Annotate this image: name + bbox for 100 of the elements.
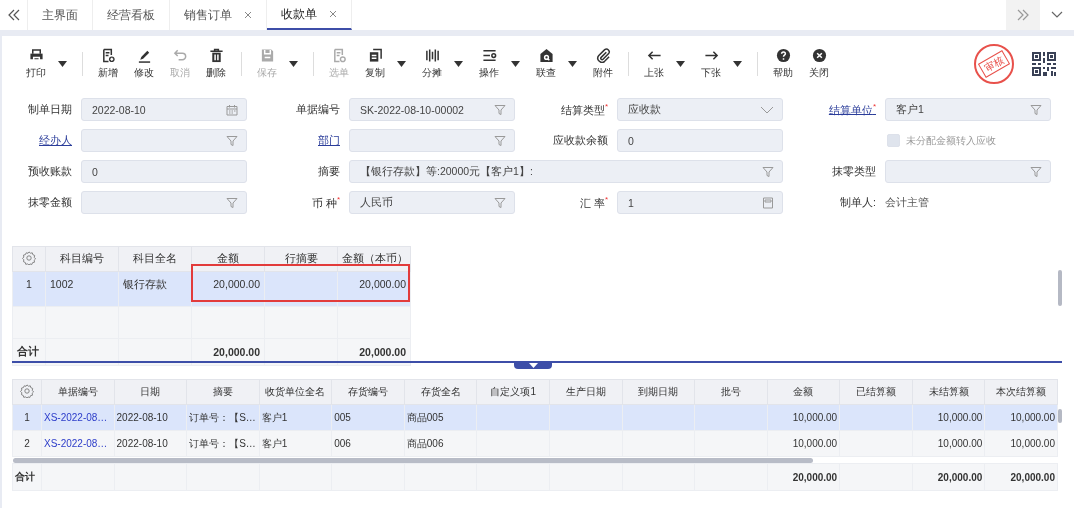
toolbar-button[interactable]: 打印 bbox=[20, 46, 73, 82]
calculator-icon[interactable] bbox=[762, 196, 774, 209]
chevron-down-icon bbox=[1051, 11, 1063, 19]
input-field[interactable] bbox=[885, 160, 1051, 183]
column-header[interactable]: 未结算额 bbox=[912, 379, 985, 405]
input-field[interactable]: 应收款 bbox=[617, 98, 783, 121]
order-link[interactable]: XS-2022-08… bbox=[41, 404, 115, 431]
bars-icon bbox=[424, 48, 440, 63]
column-header[interactable]: 科目全名 bbox=[118, 246, 192, 272]
input-field[interactable]: 【银行存款】等:20000元【客户1】: bbox=[349, 160, 783, 183]
toolbar-button[interactable]: 帮助 bbox=[767, 46, 799, 82]
chevron-down-icon[interactable] bbox=[760, 105, 774, 114]
column-header[interactable]: 单据编号 bbox=[41, 379, 115, 405]
column-header[interactable]: 摘要 bbox=[186, 379, 260, 405]
caret-icon[interactable] bbox=[58, 61, 67, 67]
scroll-right-button[interactable] bbox=[1006, 0, 1040, 30]
input-field[interactable]: 1 bbox=[617, 191, 783, 214]
column-header[interactable]: 收货单位全名 bbox=[259, 379, 332, 405]
close-icon[interactable] bbox=[244, 11, 252, 19]
toolbar-button[interactable]: 修改 bbox=[128, 46, 160, 82]
tab[interactable]: 经营看板 bbox=[93, 0, 170, 30]
toolbar-button[interactable]: 复制 bbox=[359, 46, 412, 82]
total-label: 合计 bbox=[12, 463, 42, 491]
settings-icon[interactable] bbox=[22, 251, 36, 265]
order-link[interactable]: XS-2022-08… bbox=[41, 430, 115, 457]
input-field[interactable]: 0 bbox=[617, 129, 783, 152]
filter-icon[interactable] bbox=[494, 134, 506, 147]
column-header[interactable]: 金额 bbox=[767, 379, 840, 405]
field-label: 结算类型$^{*}$ bbox=[559, 101, 608, 118]
toolbar-button[interactable]: 操作 bbox=[473, 46, 526, 82]
toolbar-button[interactable]: 联查 bbox=[530, 46, 583, 82]
toolbar-button[interactable]: 附件 bbox=[587, 46, 619, 82]
caret-icon[interactable] bbox=[568, 61, 577, 67]
collapse-handle[interactable] bbox=[514, 361, 552, 369]
input-field[interactable]: 2022-08-10 bbox=[81, 98, 247, 121]
field-label: 抹零金额 bbox=[27, 195, 72, 210]
filter-icon[interactable] bbox=[494, 103, 506, 116]
double-chevron-right-icon bbox=[1017, 9, 1029, 21]
toolbar-button[interactable]: 删除 bbox=[200, 46, 232, 82]
caret-icon[interactable] bbox=[511, 61, 520, 67]
input-field[interactable] bbox=[81, 129, 247, 152]
toolbar-button[interactable]: 下张 bbox=[695, 46, 748, 82]
document-select-icon bbox=[331, 48, 347, 63]
column-header[interactable]: 到期日期 bbox=[622, 379, 695, 405]
caret-icon[interactable] bbox=[397, 61, 406, 67]
approval-stamp: 审核 bbox=[974, 44, 1014, 84]
settings-icon[interactable] bbox=[20, 384, 34, 398]
total-cell: 20,000.00 bbox=[767, 463, 840, 491]
filter-icon[interactable] bbox=[494, 196, 506, 209]
tab-label: 经营看板 bbox=[107, 6, 155, 24]
column-header[interactable]: 本次结算额 bbox=[984, 379, 1058, 405]
toolbar-button[interactable]: 新增 bbox=[92, 46, 124, 82]
column-header[interactable]: 已结算额 bbox=[839, 379, 913, 405]
input-field[interactable] bbox=[349, 129, 515, 152]
field-label-link[interactable]: 结算单位$^{*}$ bbox=[792, 101, 876, 118]
caret-icon[interactable] bbox=[676, 61, 685, 67]
table-cell: 客户1 bbox=[259, 430, 332, 457]
toolbar-button[interactable]: 上张 bbox=[638, 46, 691, 82]
column-header[interactable]: 自定义项1 bbox=[476, 379, 550, 405]
input-field[interactable]: 客户1 bbox=[885, 98, 1051, 121]
pencil-icon bbox=[136, 48, 152, 63]
tab[interactable]: 收款单 bbox=[267, 0, 352, 30]
column-header[interactable]: 科目编号 bbox=[45, 246, 119, 272]
toolbar-button[interactable]: 关闭 bbox=[803, 46, 835, 82]
filter-icon[interactable] bbox=[762, 165, 774, 178]
filter-icon[interactable] bbox=[1030, 165, 1042, 178]
column-header[interactable]: 日期 bbox=[114, 379, 187, 405]
table-cell: 10,000.00 bbox=[984, 430, 1058, 457]
table-cell: 005 bbox=[331, 404, 405, 431]
caret-icon[interactable] bbox=[454, 61, 463, 67]
total-cell: 20,000.00 bbox=[984, 463, 1058, 491]
field-label: 制单日期 bbox=[27, 102, 72, 117]
caret-icon[interactable] bbox=[733, 61, 742, 67]
calendar-icon[interactable] bbox=[226, 103, 238, 116]
input-field[interactable] bbox=[81, 191, 247, 214]
filter-icon[interactable] bbox=[226, 196, 238, 209]
close-icon[interactable] bbox=[329, 10, 337, 18]
table-cell: 10,000.00 bbox=[912, 430, 985, 457]
scrollbar[interactable] bbox=[1058, 270, 1062, 306]
tab[interactable]: 主界面 bbox=[28, 0, 93, 30]
column-header[interactable]: 存货编号 bbox=[331, 379, 405, 405]
column-header[interactable]: 生产日期 bbox=[549, 379, 622, 405]
input-field[interactable]: 人民币 bbox=[349, 191, 515, 214]
field-label-link[interactable]: 部门 bbox=[256, 133, 340, 148]
table-cell: 银行存款 bbox=[118, 271, 192, 307]
qr-code-icon[interactable] bbox=[1032, 52, 1056, 76]
row-number: 1 bbox=[12, 404, 42, 431]
field-label: 汇 率$^{*}$ bbox=[578, 194, 608, 211]
horizontal-scrollbar[interactable] bbox=[12, 457, 813, 463]
field-label: 应收款余额 bbox=[552, 133, 608, 148]
column-header[interactable]: 批号 bbox=[694, 379, 768, 405]
toolbar-button[interactable]: 分摊 bbox=[416, 46, 469, 82]
filter-icon[interactable] bbox=[1030, 103, 1042, 116]
input-field[interactable]: 0 bbox=[81, 160, 247, 183]
filter-icon[interactable] bbox=[226, 134, 238, 147]
field-label-link[interactable]: 经办人 bbox=[12, 133, 72, 148]
input-field[interactable]: SK-2022-08-10-00002 bbox=[349, 98, 515, 121]
scrollbar[interactable] bbox=[1058, 409, 1062, 423]
table-cell: 客户1 bbox=[259, 404, 332, 431]
column-header[interactable]: 存货全名 bbox=[404, 379, 477, 405]
